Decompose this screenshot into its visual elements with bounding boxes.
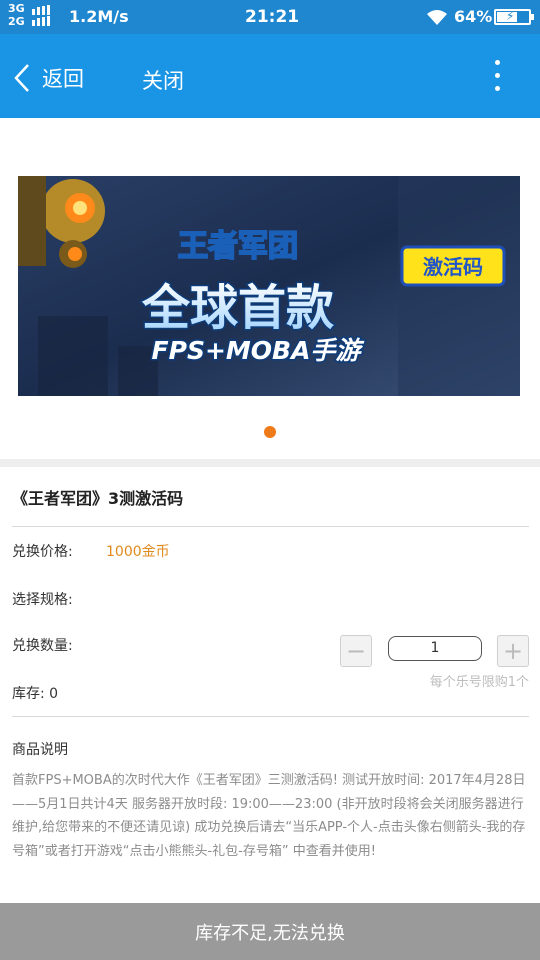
stock-label-text: 库存: [12,686,45,702]
banner-headline: 全球首款 [141,280,334,336]
network-type-2: 2G [8,15,25,28]
close-button[interactable]: 关闭 [142,65,184,95]
more-menu-icon[interactable] [484,56,510,96]
banner-image: 王者军团 全球首款 FPS+MOBA手游 激活码 [18,176,520,396]
network-type-1: 3G [8,2,25,15]
quantity-decrease-button[interactable]: − [340,635,372,667]
charging-icon: ⚡ [506,9,515,23]
spec-label: 选择规格: [12,592,73,608]
purchase-limit-note: 每个乐号限购1个 [429,675,529,690]
description-title: 商品说明 [12,742,68,758]
carousel-dot-active[interactable] [264,426,276,438]
chevron-left-icon [14,64,29,92]
stock-label: 库存: 0 [12,683,58,703]
banner-logo: 王者军团 [178,229,298,264]
product-title: 《王者军团》3测激活码 [12,489,184,508]
price-value: 1000金币 [106,544,170,560]
more-dot [495,86,500,91]
wifi-icon [427,10,447,25]
quantity-label: 兑换数量: [12,638,73,654]
more-dot [495,73,500,78]
signal-icon [32,5,50,26]
divider [12,526,529,527]
divider [12,716,529,717]
quantity-increase-button[interactable]: + [497,635,529,667]
carousel-indicator [0,426,540,440]
quantity-input[interactable]: 1 [388,636,482,661]
section-divider [0,459,540,467]
promo-banner[interactable]: 王者军团 全球首款 FPS+MOBA手游 激活码 [18,176,520,396]
clock: 21:21 [245,7,300,27]
stock-value: 0 [49,686,59,702]
price-label: 兑换价格: [12,544,73,560]
banner-subheadline: FPS+MOBA手游 [152,336,366,365]
net-speed: 1.2M/s [69,7,129,26]
description-body: 首款FPS+MOBA的次时代大作《王者军团》三测激活码! 测试开放时间: 201… [12,773,526,859]
nav-bar: 返回 关闭 [0,34,540,118]
banner-badge: 激活码 [423,255,483,279]
back-label: 返回 [42,67,84,91]
back-button[interactable]: 返回 [12,58,84,98]
battery-percent: 64% [454,7,493,26]
redeem-button-disabled[interactable]: 库存不足,无法兑换 [0,903,540,960]
more-dot [495,60,500,65]
network-type: 3G 2G [8,2,30,28]
battery-icon: ⚡ [494,9,534,25]
status-bar: 3G 2G 1.2M/s 21:21 64% ⚡ [0,0,540,34]
